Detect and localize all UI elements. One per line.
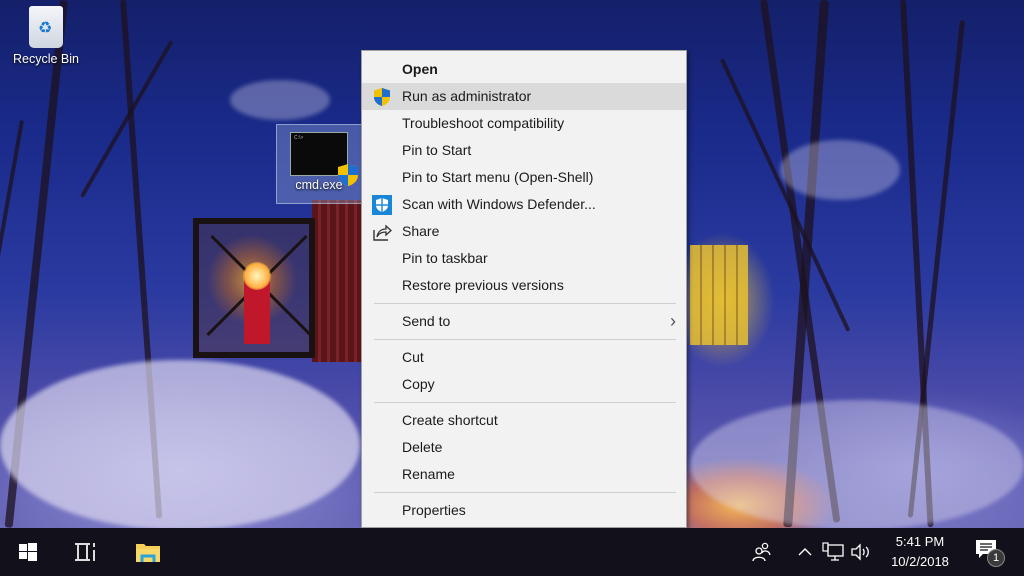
windows-defender-icon <box>372 195 392 215</box>
menu-item-label: Create shortcut <box>402 412 498 428</box>
taskbar: 5:41 PM 10/2/2018 1 <box>0 528 1024 576</box>
context-menu: Open Run as administrator Troubleshoot c… <box>361 50 687 528</box>
prompt-text: C:\> <box>294 135 304 141</box>
menu-item-create-shortcut[interactable]: Create shortcut <box>362 407 686 434</box>
show-hidden-icons-button[interactable] <box>794 528 816 576</box>
menu-item-share[interactable]: Share <box>362 218 686 245</box>
wallpaper-snow <box>230 80 330 120</box>
start-button[interactable] <box>6 528 50 576</box>
command-prompt-icon: C:\> <box>290 132 358 186</box>
network-icon <box>822 542 844 561</box>
menu-item-label: Properties <box>402 502 466 518</box>
menu-item-rename[interactable]: Rename <box>362 461 686 488</box>
clock[interactable]: 5:41 PM 10/2/2018 <box>880 532 960 572</box>
clock-time: 5:41 PM <box>895 534 945 549</box>
menu-item-label: Rename <box>402 466 455 482</box>
wallpaper-snow <box>780 140 900 200</box>
file-explorer-button[interactable] <box>126 528 170 576</box>
action-center-icon: 1 <box>975 539 1005 567</box>
menu-item-label: Share <box>402 223 440 239</box>
menu-item-label: Troubleshoot compatibility <box>402 115 565 131</box>
menu-separator <box>374 339 676 340</box>
menu-item-label: Open <box>402 61 438 77</box>
wallpaper-lantern <box>193 218 315 358</box>
menu-item-pin-to-start[interactable]: Pin to Start <box>362 137 686 164</box>
uac-shield-icon <box>374 88 390 106</box>
file-explorer-icon <box>136 544 160 562</box>
recycle-bin-icon: ♻ <box>29 6 63 48</box>
desktop-icon-label: Recycle Bin <box>13 52 79 66</box>
people-icon <box>752 542 771 562</box>
menu-item-label: Restore previous versions <box>402 277 564 293</box>
share-icon <box>373 224 392 241</box>
volume-button[interactable] <box>848 528 874 576</box>
menu-item-pin-to-start-menu-open-shell[interactable]: Pin to Start menu (Open-Shell) <box>362 164 686 191</box>
wallpaper-lit-window <box>690 245 748 345</box>
menu-item-label: Delete <box>402 439 443 455</box>
menu-item-label: Pin to Start menu (Open-Shell) <box>402 169 594 185</box>
wallpaper-snow <box>0 360 360 528</box>
chevron-right-icon: › <box>670 311 676 331</box>
menu-item-open[interactable]: Open <box>362 56 686 83</box>
menu-item-pin-to-taskbar[interactable]: Pin to taskbar <box>362 245 686 272</box>
clock-date: 10/2/2018 <box>891 554 949 569</box>
menu-item-properties[interactable]: Properties <box>362 497 686 524</box>
menu-item-label: Pin to Start <box>402 142 472 158</box>
uac-shield-icon <box>338 164 358 186</box>
menu-item-cut[interactable]: Cut <box>362 344 686 371</box>
menu-item-troubleshoot-compatibility[interactable]: Troubleshoot compatibility <box>362 110 686 137</box>
people-button[interactable] <box>746 528 778 576</box>
menu-item-copy[interactable]: Copy <box>362 371 686 398</box>
menu-separator <box>374 492 676 493</box>
desktop-icon-cmd-exe[interactable]: C:\> cmd.exe <box>276 124 362 204</box>
wallpaper-snow <box>690 400 1024 528</box>
menu-separator <box>374 402 676 403</box>
menu-item-scan-with-windows-defender[interactable]: Scan with Windows Defender... <box>362 191 686 218</box>
menu-item-label: Send to <box>402 313 451 329</box>
start-icon <box>19 543 37 561</box>
desktop-icon-recycle-bin[interactable]: ♻ Recycle Bin <box>6 4 86 66</box>
wallpaper-red-wall <box>312 200 362 362</box>
network-button[interactable] <box>820 528 846 576</box>
menu-separator <box>374 303 676 304</box>
menu-item-delete[interactable]: Delete <box>362 434 686 461</box>
menu-item-restore-previous-versions[interactable]: Restore previous versions <box>362 272 686 299</box>
menu-item-label: Copy <box>402 376 435 392</box>
chevron-up-icon <box>798 548 812 556</box>
task-view-button[interactable] <box>64 528 108 576</box>
menu-item-label: Cut <box>402 349 424 365</box>
menu-item-label: Run as administrator <box>402 88 532 104</box>
action-center-button[interactable]: 1 <box>968 528 1008 576</box>
menu-item-label: Pin to taskbar <box>402 250 488 266</box>
task-view-icon <box>75 543 95 561</box>
volume-icon <box>851 543 869 561</box>
menu-item-send-to[interactable]: Send to › <box>362 308 686 335</box>
menu-item-label: Scan with Windows Defender... <box>402 196 596 212</box>
menu-item-run-as-administrator[interactable]: Run as administrator <box>362 83 686 110</box>
notification-count-badge: 1 <box>987 549 1005 567</box>
